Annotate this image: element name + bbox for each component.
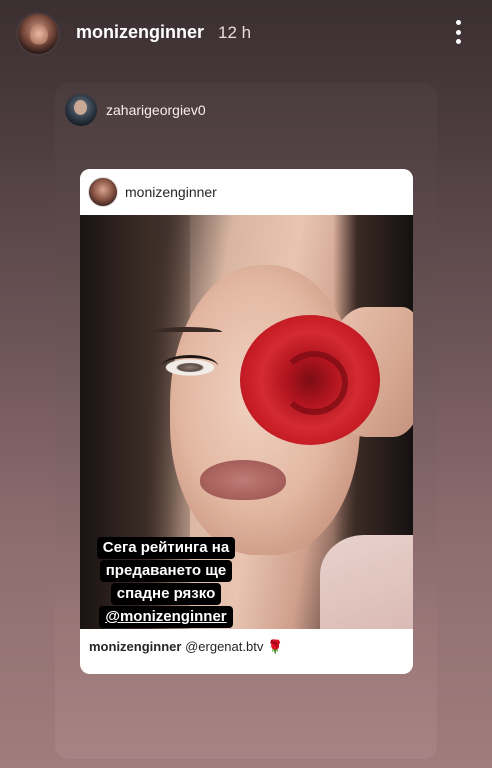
shared-post-card[interactable]: zaharigeorgiev0 monizenginner monizengin… <box>55 83 437 759</box>
sticker-line-2: предаването ще <box>99 560 233 582</box>
caption-username[interactable]: monizenginner <box>89 639 181 654</box>
story-avatar[interactable] <box>16 12 60 56</box>
sticker-mention[interactable]: @monizenginner <box>99 606 233 628</box>
inner-post-avatar[interactable] <box>88 177 118 207</box>
post-caption: monizenginner @ergenat.btv 🌹 <box>80 639 413 665</box>
sticker-line-3: спадне рязко <box>110 583 222 605</box>
photo-rose <box>240 315 380 445</box>
text-sticker: Сега рейтинга на предаването ще спадне р… <box>80 537 252 629</box>
caption-mention[interactable]: @ergenat.btv <box>185 639 263 654</box>
photo-shoulder <box>320 535 413 629</box>
more-options-icon[interactable] <box>446 18 470 46</box>
dot-icon <box>455 39 461 44</box>
dot-icon <box>455 20 461 25</box>
shared-post-username[interactable]: zaharigeorgiev0 <box>106 102 206 118</box>
inner-post-header: monizenginner <box>80 169 413 215</box>
photo-brow <box>152 327 222 337</box>
shared-post-avatar[interactable] <box>65 94 97 126</box>
story-header: monizenginner 12 h <box>0 0 492 66</box>
photo-lips <box>200 460 286 500</box>
dot-icon <box>455 29 461 35</box>
story-timestamp: 12 h <box>218 23 252 42</box>
photo-eye <box>162 355 218 377</box>
story-username[interactable]: monizenginner <box>76 22 204 43</box>
inner-post-username[interactable]: monizenginner <box>125 184 217 200</box>
rose-emoji-icon: 🌹 <box>266 639 284 654</box>
sticker-line-1: Сега рейтинга на <box>96 537 236 559</box>
